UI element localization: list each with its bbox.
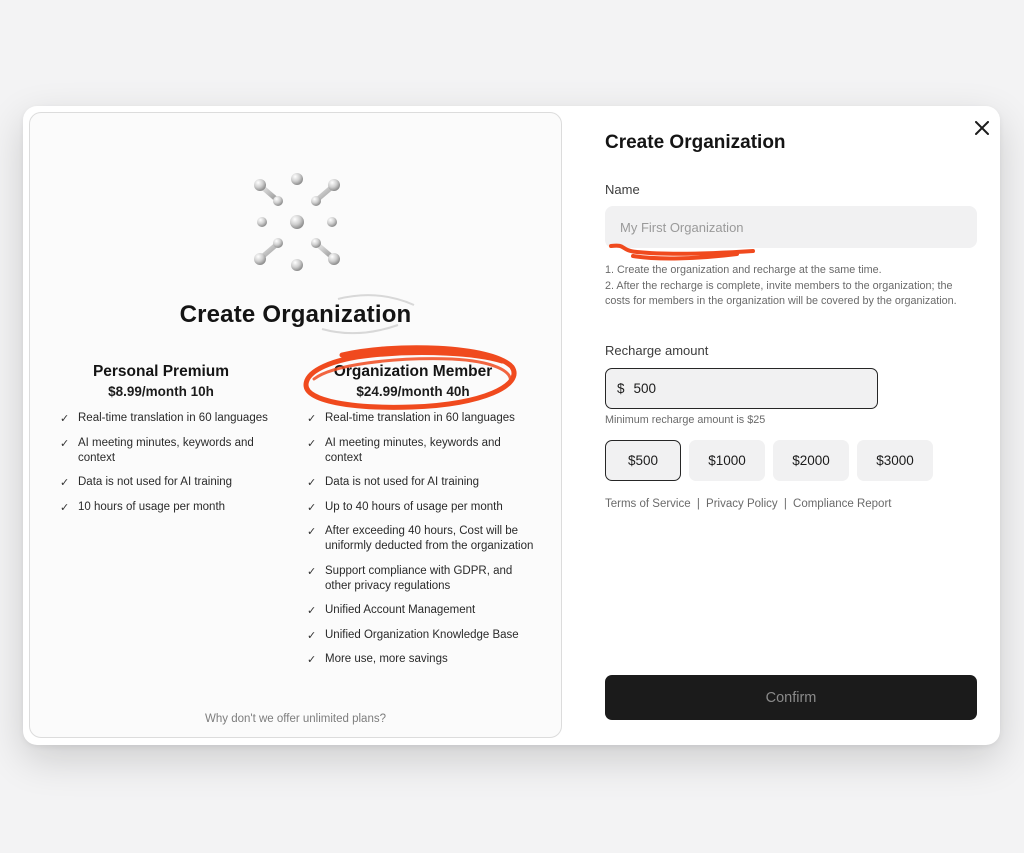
- privacy-policy-link[interactable]: Privacy Policy: [706, 498, 778, 510]
- link-separator: |: [696, 498, 700, 510]
- feature-item: ✓ Up to 40 hours of usage per month: [307, 500, 503, 514]
- recharge-notes: 1. Create the organization and recharge …: [605, 263, 965, 310]
- terms-of-service-link[interactable]: Terms of Service: [605, 498, 691, 510]
- feature-item: ✓ 10 hours of usage per month: [60, 500, 226, 514]
- amount-option-500[interactable]: $500: [605, 440, 681, 481]
- feature-list: ✓ Real-time translation in 60 languages ✓…: [307, 411, 539, 667]
- check-icon: ✓: [307, 605, 317, 617]
- amount-option-3000[interactable]: $3000: [857, 440, 933, 481]
- minimum-recharge-note: Minimum recharge amount is $25: [605, 414, 766, 426]
- check-icon: ✓: [307, 654, 317, 666]
- form-title: Create Organization: [605, 132, 786, 153]
- check-icon: ✓: [307, 437, 317, 450]
- plan-price: $8.99/month 10h: [108, 384, 214, 399]
- check-icon: ✓: [307, 477, 317, 489]
- feature-item: ✓ Real-time translation in 60 languages: [60, 412, 268, 425]
- amount-options: $500 $1000 $2000 $3000: [605, 440, 933, 481]
- feature-item: ✓ Unified Organization Knowledge Base: [307, 628, 519, 642]
- check-icon: ✓: [307, 526, 317, 538]
- close-button[interactable]: [971, 117, 993, 139]
- check-icon: ✓: [60, 413, 70, 425]
- recharge-amount-field[interactable]: $: [605, 368, 878, 409]
- link-separator: |: [783, 498, 787, 510]
- feature-item: ✓ Real-time translation in 60 languages: [307, 412, 515, 425]
- feature-item: ✓ After exceeding 40 hours, Cost will be …: [307, 525, 534, 552]
- unlimited-plans-link[interactable]: Why don't we offer unlimited plans?: [30, 713, 561, 725]
- check-icon: ✓: [307, 501, 317, 514]
- note-line: 1. Create the organization and recharge …: [605, 264, 882, 276]
- check-icon: ✓: [60, 437, 70, 450]
- note-line: 2. After the recharge is complete, invit…: [605, 280, 957, 307]
- compliance-report-link[interactable]: Compliance Report: [793, 498, 891, 510]
- plan-comparison-panel: Create Organization Personal Premium $8.…: [29, 112, 562, 738]
- recharge-amount-label: Recharge amount: [605, 343, 709, 358]
- feature-item: ✓ Unified Account Management: [307, 604, 476, 617]
- check-icon: ✓: [60, 501, 70, 514]
- amount-option-1000[interactable]: $1000: [689, 440, 765, 481]
- plan-personal-premium: Personal Premium $8.99/month 10h ✓ Real-t…: [60, 363, 292, 524]
- check-icon: ✓: [60, 477, 70, 489]
- close-icon: [975, 121, 989, 135]
- molecule-logo-icon: [254, 173, 340, 271]
- plans-title: Create Organization: [179, 301, 412, 328]
- check-icon: ✓: [307, 629, 317, 642]
- name-label: Name: [605, 182, 640, 197]
- amount-option-2000[interactable]: $2000: [773, 440, 849, 481]
- check-icon: ✓: [307, 413, 317, 425]
- plan-name: Personal Premium: [92, 363, 230, 380]
- feature-item: ✓ Data is not used for AI training: [307, 476, 480, 489]
- feature-list: ✓ Real-time translation in 60 languages ✓…: [60, 411, 292, 515]
- feature-item: ✓ Data is not used for AI training: [60, 476, 233, 489]
- feature-item: ✓ AI meeting minutes, keywords and contex…: [307, 436, 501, 464]
- feature-item: ✓ Support compliance with GDPR, and other…: [307, 564, 513, 592]
- create-organization-modal: Create Organization Personal Premium $8.…: [23, 106, 1000, 745]
- currency-symbol: $: [617, 381, 625, 396]
- confirm-button[interactable]: Confirm: [605, 675, 977, 720]
- create-organization-form: Create Organization Name 1. Create the o…: [605, 106, 977, 745]
- recharge-amount-input[interactable]: [633, 381, 834, 396]
- feature-item: ✓ More use, more savings: [307, 653, 448, 666]
- feature-item: ✓ AI meeting minutes, keywords and contex…: [60, 436, 254, 464]
- highlight-circle-annotation: [303, 345, 517, 410]
- check-icon: ✓: [307, 565, 317, 578]
- legal-links: Terms of Service | Privacy Policy | Comp…: [605, 498, 891, 510]
